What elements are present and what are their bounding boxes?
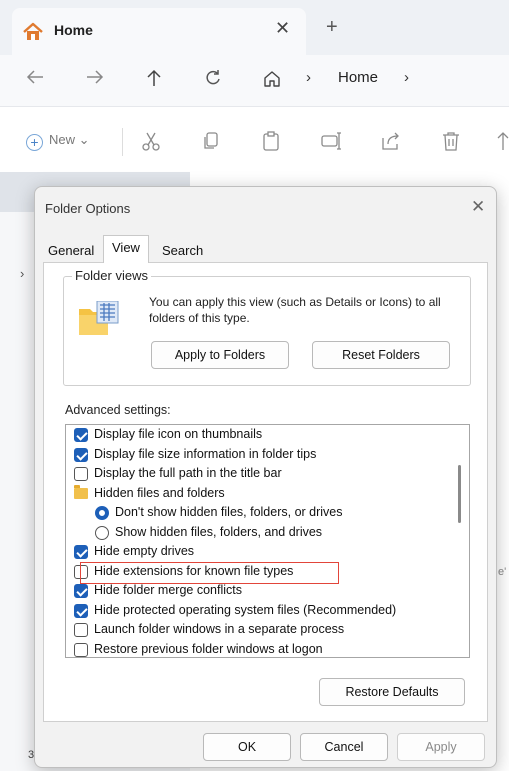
new-button[interactable]: + New ⌄ (26, 132, 90, 151)
expand-chevron-icon[interactable]: › (20, 266, 24, 281)
checkbox-checked[interactable] (74, 428, 88, 442)
reset-folders-button[interactable]: Reset Folders (312, 341, 450, 369)
advanced-settings-label: Advanced settings: (65, 403, 171, 417)
setting-label: Hide protected operating system files (R… (94, 602, 397, 617)
setting-label: Launch folder windows in a separate proc… (94, 622, 345, 636)
folder-views-icon (78, 300, 120, 340)
new-button-label: New (49, 132, 76, 147)
home-icon (22, 22, 44, 45)
folder-icon (74, 484, 88, 499)
tab-search[interactable]: Search (157, 241, 208, 260)
apply-button[interactable]: Apply (397, 733, 485, 761)
setting-label: Display the full path in the title bar (94, 466, 282, 480)
view-tab-panel: Folder views You can apply this view (su… (43, 262, 488, 722)
toolbar-divider (122, 128, 123, 156)
checkbox-checked[interactable] (74, 603, 88, 618)
folder-views-description: You can apply this view (such as Details… (149, 295, 441, 325)
advanced-settings-list[interactable]: Display file icon on thumbnails Display … (65, 424, 470, 658)
command-bar: + New ⌄ (0, 108, 509, 172)
plus-icon: + (26, 134, 43, 151)
breadcrumb-home-icon[interactable] (262, 69, 282, 92)
breadcrumb-separator[interactable]: › (404, 69, 409, 86)
tab-close-icon[interactable]: ✕ (275, 18, 290, 39)
rename-icon[interactable] (320, 130, 342, 152)
setting-label: Hide empty drives (94, 544, 195, 558)
folder-views-group: Folder views You can apply this view (su… (63, 268, 471, 386)
cut-icon[interactable] (140, 130, 162, 152)
setting-label: Display file size information in folder … (94, 446, 317, 461)
share-icon[interactable] (380, 130, 402, 152)
paste-icon[interactable] (260, 130, 282, 152)
apply-to-folders-button[interactable]: Apply to Folders (151, 341, 289, 369)
setting-label: Hide folder merge conflicts (94, 583, 242, 597)
tab-general[interactable]: General (43, 241, 99, 260)
delete-icon[interactable] (440, 130, 462, 152)
checkbox-unchecked[interactable] (74, 467, 88, 481)
copy-icon[interactable] (200, 130, 222, 152)
back-arrow-icon[interactable] (26, 69, 44, 90)
cancel-button[interactable]: Cancel (300, 733, 388, 761)
close-icon[interactable]: ✕ (471, 197, 485, 217)
checkbox-checked[interactable] (74, 584, 88, 598)
folder-views-label: Folder views (72, 268, 151, 283)
scrollbar-thumb[interactable] (458, 465, 461, 523)
checkbox-checked[interactable] (74, 447, 88, 462)
radio-unselected[interactable] (95, 525, 109, 540)
setting-label: Restore previous folder windows at logon (94, 641, 323, 656)
refresh-icon[interactable] (204, 69, 222, 92)
checkbox-checked[interactable] (74, 545, 88, 559)
partial-text: e' (498, 566, 507, 578)
tab-bar: Home ✕ + (0, 0, 509, 55)
dialog-title: Folder Options (45, 201, 131, 216)
checkbox-unchecked[interactable] (74, 623, 88, 637)
navigation-bar: › Home › (0, 55, 509, 107)
new-tab-button[interactable]: + (326, 16, 338, 39)
restore-defaults-button[interactable]: Restore Defaults (319, 678, 465, 706)
sort-icon[interactable] (496, 130, 509, 152)
highlight-box (80, 562, 339, 584)
tab-title: Home (54, 22, 93, 38)
chevron-down-icon: ⌄ (78, 132, 90, 147)
tab-view[interactable]: View (103, 235, 149, 263)
forward-arrow-icon[interactable] (86, 69, 104, 90)
setting-label: Show hidden files, folders, and drives (115, 524, 323, 539)
setting-label: Don't show hidden files, folders, or dri… (115, 505, 343, 519)
radio-selected[interactable] (95, 506, 109, 520)
tab-home[interactable]: Home ✕ (12, 8, 306, 55)
setting-label: Display file icon on thumbnails (94, 427, 263, 441)
breadcrumb-separator: › (306, 69, 311, 86)
folder-options-dialog: Folder Options ✕ General View Search Fol… (34, 186, 497, 768)
setting-label: Hidden files and folders (94, 485, 225, 500)
breadcrumb-location[interactable]: Home (338, 69, 378, 86)
up-arrow-icon[interactable] (146, 69, 162, 92)
ok-button[interactable]: OK (203, 733, 291, 761)
checkbox-unchecked[interactable] (74, 642, 88, 657)
